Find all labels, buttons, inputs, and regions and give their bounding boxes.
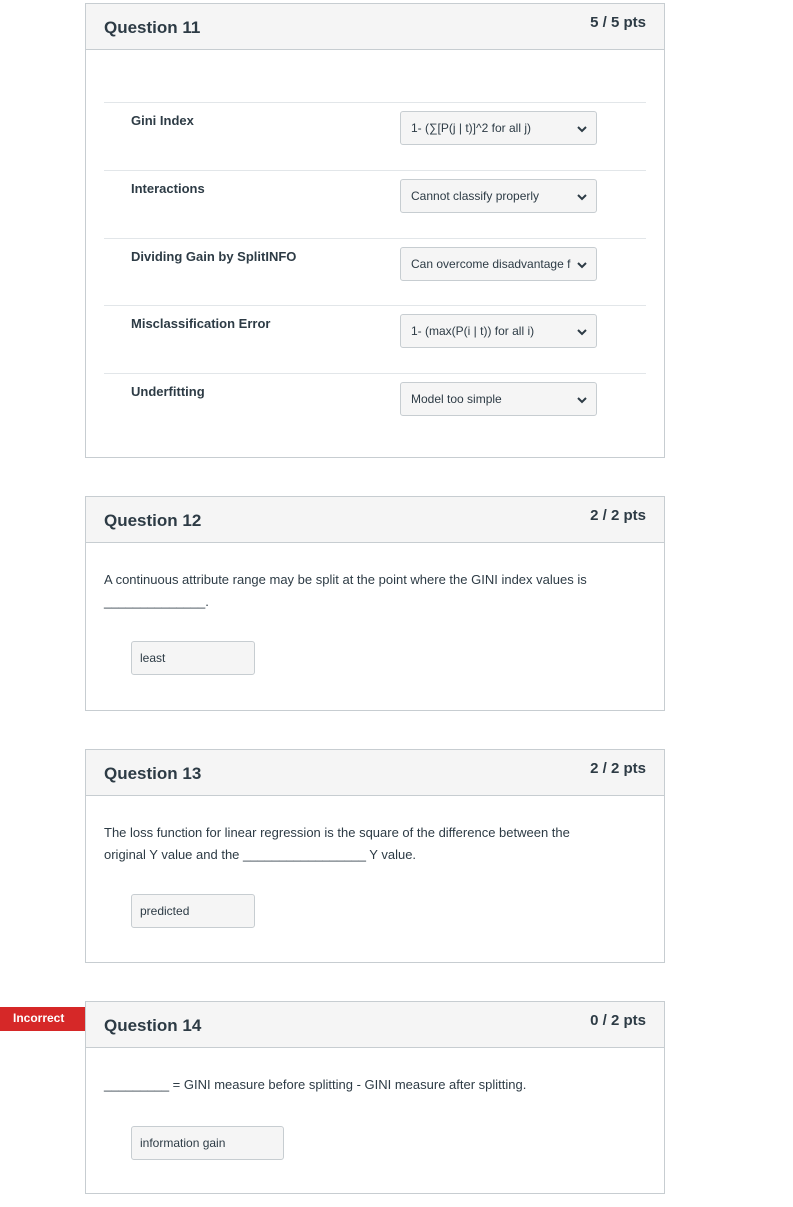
match-label: Underfitting: [131, 384, 205, 399]
answer-value: predicted: [140, 904, 190, 918]
match-select-misclassification-error[interactable]: 1- (max(P(i | t)) for all i): [400, 314, 597, 348]
question-11-points: 5 / 5 pts: [590, 14, 646, 31]
answer-value: information gain: [140, 1136, 226, 1150]
match-select-value: Can overcome disadvantage f: [411, 257, 571, 271]
question-14-title: Question 14: [104, 1016, 202, 1035]
match-row-dividing-gain: Dividing Gain by SplitINFO Can overcome …: [104, 238, 646, 306]
match-select-dividing-gain[interactable]: Can overcome disadvantage f: [400, 247, 597, 281]
question-12-title: Question 12: [104, 511, 202, 530]
question-11-title: Question 11: [104, 18, 201, 37]
incorrect-label: Incorrect: [13, 1011, 65, 1025]
question-14-points: 0 / 2 pts: [590, 1012, 646, 1029]
question-13-text-line1: The loss function for linear regression …: [104, 825, 570, 840]
question-14-text-line1: _________ = GINI measure before splittin…: [104, 1077, 527, 1092]
question-12-text-line1: A continuous attribute range may be spli…: [104, 572, 587, 587]
chevron-down-icon: [577, 329, 587, 336]
match-label: Dividing Gain by SplitINFO: [131, 249, 297, 264]
match-label: Gini Index: [131, 113, 194, 128]
question-12-card: Question 12 2 / 2 pts A continuous attri…: [85, 496, 665, 711]
match-select-gini-index[interactable]: 1- (∑[P(j | t)]^2 for all j): [400, 111, 597, 145]
question-13-title: Question 13: [104, 764, 202, 783]
answer-value: least: [140, 651, 166, 665]
chevron-down-icon: [577, 262, 587, 269]
question-12-points: 2 / 2 pts: [590, 507, 646, 524]
match-label: Interactions: [131, 181, 205, 196]
question-12-text-line2: ______________.: [104, 594, 209, 609]
chevron-down-icon: [577, 397, 587, 404]
chevron-down-icon: [577, 194, 587, 201]
match-row-gini-index: Gini Index 1- (∑[P(j | t)]^2 for all j): [104, 102, 646, 170]
chevron-down-icon: [577, 126, 587, 133]
question-13-points: 2 / 2 pts: [590, 760, 646, 777]
match-select-interactions[interactable]: Cannot classify properly: [400, 179, 597, 213]
question-13-text-line2: original Y value and the _______________…: [104, 847, 417, 862]
question-13-header: Question 13 2 / 2 pts: [86, 750, 664, 796]
question-12-text: A continuous attribute range may be spli…: [104, 569, 642, 613]
question-14-text: _________ = GINI measure before splittin…: [104, 1074, 642, 1096]
question-14-answer: information gain: [131, 1126, 284, 1160]
question-12-header: Question 12 2 / 2 pts: [86, 497, 664, 543]
match-select-value: 1- (∑[P(j | t)]^2 for all j): [411, 121, 531, 135]
question-13-card: Question 13 2 / 2 pts The loss function …: [85, 749, 665, 963]
match-label: Misclassification Error: [131, 316, 271, 331]
question-13-text: The loss function for linear regression …: [104, 822, 642, 866]
match-select-value: Cannot classify properly: [411, 189, 540, 203]
question-14-header: Question 14 0 / 2 pts: [86, 1002, 664, 1048]
question-12-answer: least: [131, 641, 255, 675]
match-select-value: 1- (max(P(i | t)) for all i): [411, 324, 535, 338]
match-row-underfitting: Underfitting Model too simple: [104, 373, 646, 441]
match-select-underfitting[interactable]: Model too simple: [400, 382, 597, 416]
match-row-interactions: Interactions Cannot classify properly: [104, 170, 646, 238]
question-11-card: Question 11 5 / 5 pts Gini Index 1- (∑[P…: [85, 3, 665, 458]
match-select-value: Model too simple: [411, 392, 502, 406]
question-13-answer: predicted: [131, 894, 255, 928]
question-14-card: Question 14 0 / 2 pts _________ = GINI m…: [85, 1001, 665, 1194]
question-11-header: Question 11 5 / 5 pts: [86, 4, 664, 50]
match-row-misclassification-error: Misclassification Error 1- (max(P(i | t)…: [104, 305, 646, 373]
